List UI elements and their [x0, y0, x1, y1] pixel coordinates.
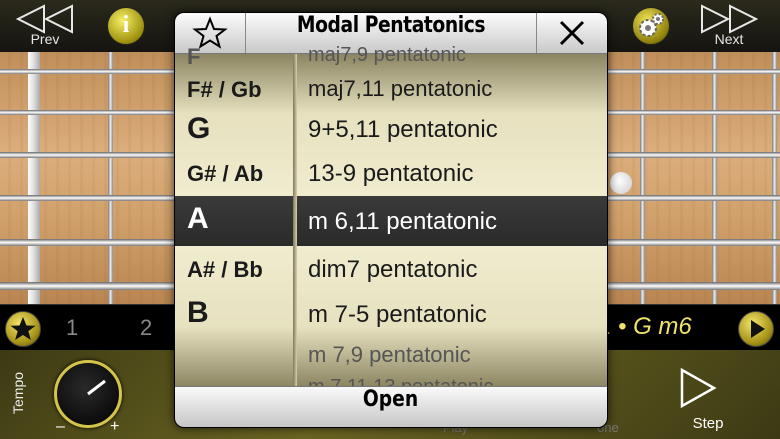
open-button-label: Open [363, 387, 419, 412]
open-button[interactable]: Open [175, 386, 607, 427]
close-icon [559, 20, 585, 46]
fret-wire [712, 52, 717, 304]
next-button[interactable]: Next [694, 2, 764, 50]
wheel-divider [293, 54, 297, 387]
key-wheel-item[interactable]: A# / Bb [187, 257, 263, 283]
tempo-minus-label: – [56, 418, 65, 435]
key-wheel-selected[interactable]: A [187, 202, 209, 236]
next-label: Next [714, 31, 744, 47]
star-outline-icon [192, 16, 228, 49]
scale-wheel-item[interactable]: maj7,9 pentatonic [308, 44, 466, 67]
fast-forward-icon [701, 4, 759, 34]
prev-button[interactable]: Prev [10, 2, 80, 50]
scale-wheel-item[interactable]: m 7,9 pentatonic [308, 342, 471, 368]
prev-label: Prev [30, 31, 60, 47]
play-icon [751, 320, 765, 338]
scale-wheel-item[interactable]: m 7-5 pentatonic [308, 301, 487, 329]
favorite-button[interactable] [5, 311, 41, 347]
key-wheel-item[interactable]: G [187, 112, 210, 146]
tempo-plus-label: + [110, 418, 120, 435]
fret-number: 1 [66, 315, 79, 340]
rewind-icon [15, 4, 73, 34]
picker-wheels[interactable]: F F# / Gb G G# / Ab A A# / Bb B maj7,9 p… [175, 44, 607, 398]
scale-wheel-item[interactable]: 13-9 pentatonic [308, 160, 473, 188]
picker-favorite-button[interactable] [175, 13, 246, 53]
fret-number: 2 [140, 315, 153, 340]
play-chord-button[interactable] [738, 311, 774, 347]
fret-wire [108, 52, 113, 304]
tempo-label: Tempo [10, 371, 26, 414]
fret-marker-dot [610, 172, 632, 194]
key-wheel-item[interactable]: F# / Gb [187, 77, 262, 103]
scale-wheel-selected[interactable]: m 6,11 pentatonic [308, 208, 497, 236]
gear-icon [639, 13, 664, 37]
key-wheel-item[interactable]: B [187, 296, 209, 330]
star-icon [10, 317, 36, 340]
scale-wheel-item[interactable]: maj7,11 pentatonic [308, 76, 492, 102]
scale-wheel-item[interactable]: 9+5,11 pentatonic [308, 116, 498, 144]
settings-button[interactable] [632, 7, 670, 45]
scale-picker-dialog: Modal Pentatonics F F# / Gb G G# / Ab A … [174, 12, 608, 428]
guitar-nut [28, 52, 40, 304]
scale-wheel-item[interactable]: dim7 pentatonic [308, 256, 477, 284]
step-button[interactable]: Step [678, 366, 738, 432]
knob-pointer-icon [87, 379, 106, 396]
key-wheel-item[interactable]: G# / Ab [187, 161, 263, 187]
current-chord-label: 1 • G m6 [598, 313, 692, 340]
info-button[interactable]: i [107, 7, 145, 45]
key-wheel-item[interactable]: F [187, 44, 200, 70]
step-label: Step [692, 415, 724, 432]
picker-close-button[interactable] [536, 13, 607, 53]
fret-wire [640, 52, 645, 304]
info-icon: i [122, 12, 130, 38]
fret-wire [772, 52, 777, 304]
step-play-icon [680, 367, 717, 409]
